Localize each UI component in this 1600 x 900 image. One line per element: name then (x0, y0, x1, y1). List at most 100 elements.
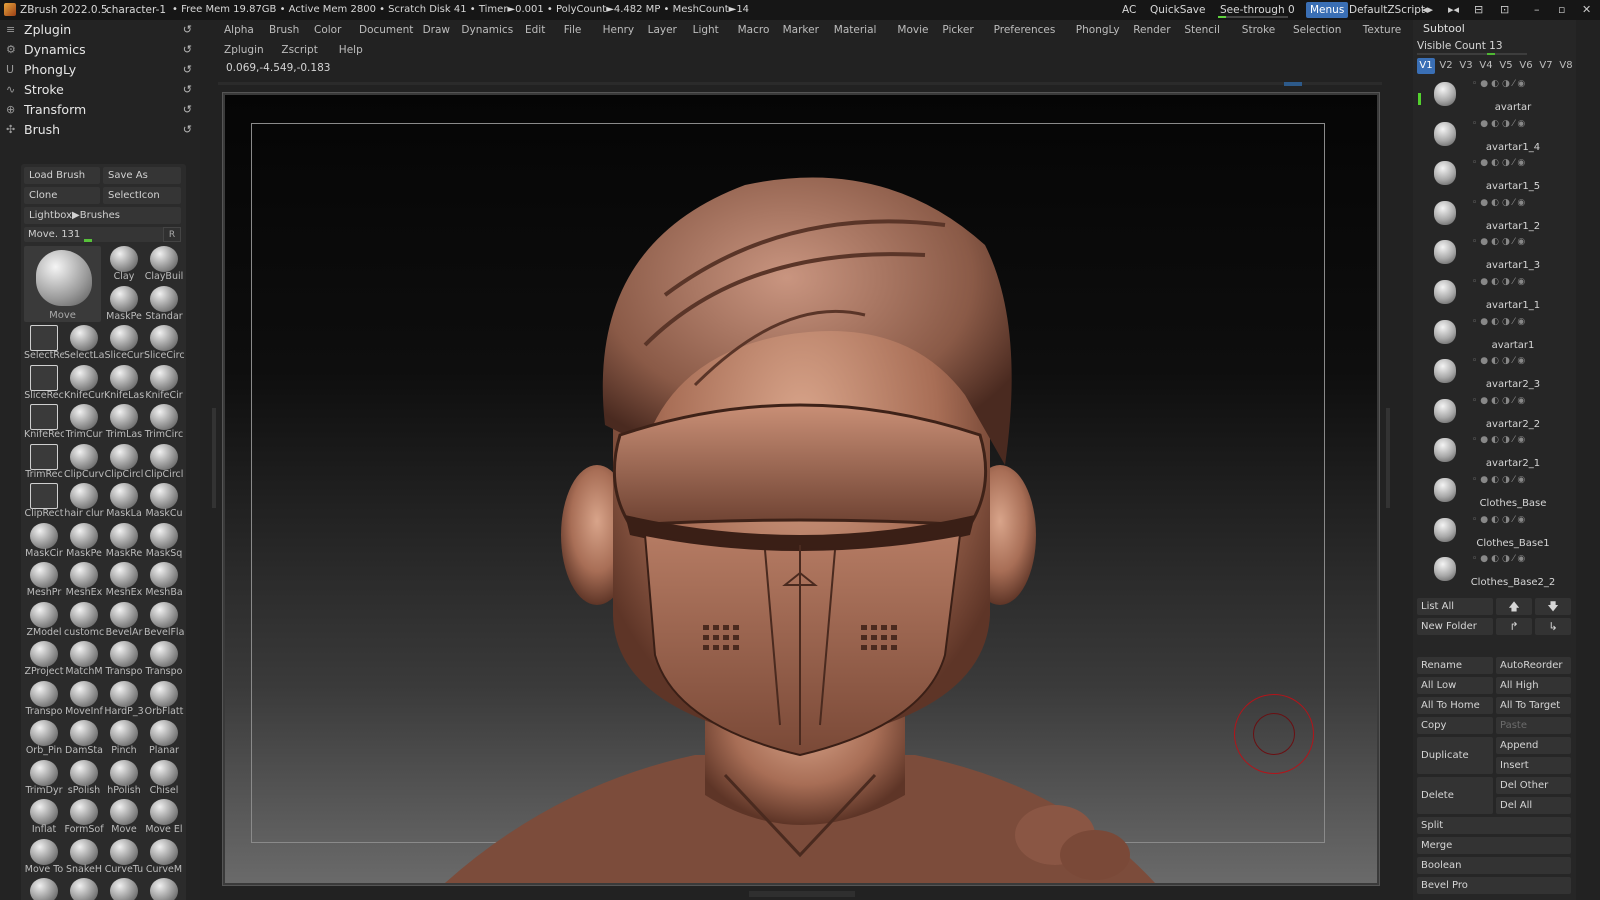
brush-masksq[interactable]: MaskSq (144, 521, 184, 561)
ac-button[interactable]: AC (1118, 2, 1140, 18)
default-zscript-button[interactable]: DefaultZScript (1345, 2, 1429, 18)
brush-clipcircl[interactable]: ClipCircl (144, 442, 184, 482)
brush-maskpe[interactable]: MaskPe (104, 284, 144, 324)
merge-section[interactable]: Merge (1417, 837, 1571, 854)
subtool-row-avartar1[interactable]: ◦●◐◑⁄◉ avartar1 (1428, 314, 1573, 354)
palette-dynamics[interactable]: ⚙ Dynamics ↺ (0, 40, 200, 60)
tab-v8[interactable]: V8 (1557, 58, 1575, 74)
brush-maskcir[interactable]: MaskCir (24, 521, 64, 561)
subtool-visibility-controls[interactable]: ◦●◐◑⁄◉ (1472, 119, 1528, 129)
brush-bevelar[interactable]: BevelAr (104, 600, 144, 640)
brush-slicecur[interactable]: SliceCur (104, 323, 144, 363)
append-button[interactable]: Append (1496, 737, 1571, 754)
clone-button[interactable]: Clone (24, 187, 100, 204)
subtool-row-avartar2-1[interactable]: ◦●◐◑⁄◉ avartar2_1 (1428, 432, 1573, 472)
menu-document[interactable]: Document (359, 20, 413, 40)
right-tray-handle[interactable] (1386, 408, 1390, 508)
brush-planar[interactable]: Planar (144, 718, 184, 758)
all-to-target-button[interactable]: All To Target (1496, 697, 1571, 714)
layout-dock-icon[interactable]: ⊡ (1500, 0, 1509, 20)
all-to-home-button[interactable]: All To Home (1417, 697, 1493, 714)
menu-dynamics[interactable]: Dynamics (461, 20, 513, 40)
subtool-row-clothes-base2-2[interactable]: ◦●◐◑⁄◉ Clothes_Base2_2 (1428, 551, 1573, 591)
move-out-folder-icon[interactable]: ↳ (1535, 618, 1571, 635)
tab-v7[interactable]: V7 (1537, 58, 1555, 74)
see-through-track[interactable] (1218, 16, 1288, 18)
brush-slicerec[interactable]: SliceRec (24, 363, 64, 403)
copy-button[interactable]: Copy (1417, 717, 1493, 734)
brush-trimdyr[interactable]: TrimDyr (24, 758, 64, 798)
subtool-row-avartar2-2[interactable]: ◦●◐◑⁄◉ avartar2_2 (1428, 393, 1573, 433)
paste-button[interactable]: Paste (1496, 717, 1571, 734)
bottom-tray-handle[interactable] (749, 891, 855, 897)
list-all-button[interactable]: List All (1417, 598, 1493, 615)
tab-v1[interactable]: V1 (1417, 58, 1435, 74)
menu-stencil[interactable]: Stencil (1184, 20, 1220, 40)
duplicate-button[interactable]: Duplicate (1417, 737, 1493, 774)
layout-shrink-icon[interactable]: ◂▸ (1422, 0, 1433, 20)
brush-transpo[interactable]: Transpo (24, 679, 64, 719)
brush-orb-pin[interactable]: Orb_Pin (24, 718, 64, 758)
quicksave-button[interactable]: QuickSave (1146, 2, 1209, 18)
menu-draw[interactable]: Draw (423, 20, 450, 40)
current-brush-move[interactable]: Move (24, 246, 101, 322)
menu-light[interactable]: Light (693, 20, 719, 40)
palette-popup-icon[interactable]: ↺ (183, 20, 192, 40)
subtool-visibility-controls[interactable]: ◦●◐◑⁄◉ (1472, 79, 1528, 89)
menu-phongly[interactable]: PhongLy (1076, 20, 1120, 40)
subtool-row-clothes-base[interactable]: ◦●◐◑⁄◉ Clothes_Base (1428, 472, 1573, 512)
subtool-title[interactable]: Subtool (1423, 22, 1465, 35)
brush-maskla[interactable]: MaskLa (104, 481, 144, 521)
subtool-visibility-controls[interactable]: ◦●◐◑⁄◉ (1472, 198, 1528, 208)
palette-brush[interactable]: ✣ Brush ↺ (0, 120, 200, 140)
select-icon-button[interactable]: SelectIcon (103, 187, 181, 204)
subtool-row-avartar1-2[interactable]: ◦●◐◑⁄◉ avartar1_2 (1428, 195, 1573, 235)
menu-selection[interactable]: Selection (1293, 20, 1341, 40)
palette-popup-icon[interactable]: ↺ (183, 40, 192, 60)
menu-texture[interactable]: Texture (1363, 20, 1401, 40)
brush-knifecur[interactable]: KnifeCur (64, 363, 104, 403)
brush-formsof[interactable]: FormSof (64, 797, 104, 837)
brush-maskcu[interactable]: MaskCu (144, 481, 184, 521)
menu-preferences[interactable]: Preferences (994, 20, 1056, 40)
delete-button[interactable]: Delete (1417, 777, 1493, 814)
brush-kniferec[interactable]: KnifeRec (24, 402, 64, 442)
brush-slicecirc[interactable]: SliceCirc (144, 323, 184, 363)
move-slider[interactable]: Move. 131 (24, 227, 172, 242)
brush-smooth[interactable]: Smooth (104, 876, 144, 900)
subtool-row-avartar[interactable]: ◦●◐◑⁄◉ avartar (1428, 76, 1573, 116)
brush-clipcurv[interactable]: ClipCurv (64, 442, 104, 482)
bevel-pro-section[interactable]: Bevel Pro (1417, 877, 1571, 894)
brush-hair-clur[interactable]: hair clur (64, 481, 104, 521)
menu-material[interactable]: Material (834, 20, 877, 40)
brush-meshex[interactable]: MeshEx (64, 560, 104, 600)
layout-expand-icon[interactable]: ▸◂ (1448, 0, 1459, 20)
subtool-visibility-controls[interactable]: ◦●◐◑⁄◉ (1472, 554, 1528, 564)
brush-curvetu[interactable]: CurveTu (104, 837, 144, 877)
brush-claybuil[interactable]: ClayBuil (144, 244, 184, 284)
menu-render[interactable]: Render (1133, 20, 1170, 40)
visible-count-slider[interactable]: Visible Count 13 (1417, 40, 1503, 52)
palette-stroke[interactable]: ∿ Stroke ↺ (0, 80, 200, 100)
palette-popup-icon[interactable]: ↺ (183, 100, 192, 120)
split-section[interactable]: Split (1417, 817, 1571, 834)
layout-switch-icon[interactable]: ⊟ (1474, 0, 1483, 20)
brush-meshpr[interactable]: MeshPr (24, 560, 64, 600)
brush-snakeh[interactable]: SnakeH (64, 837, 104, 877)
move-down-icon[interactable]: 🡇 (1535, 598, 1571, 615)
brush-move-to[interactable]: Move To (24, 837, 64, 877)
subtool-visibility-controls[interactable]: ◦●◐◑⁄◉ (1472, 475, 1528, 485)
menu-zscript[interactable]: Zscript (281, 40, 317, 60)
menu-zplugin[interactable]: Zplugin (224, 40, 264, 60)
tab-v6[interactable]: V6 (1517, 58, 1535, 74)
save-as-button[interactable]: Save As (103, 167, 181, 184)
boolean-section[interactable]: Boolean (1417, 857, 1571, 874)
brush-trimrec[interactable]: TrimRec (24, 442, 64, 482)
lightbox-brushes-button[interactable]: Lightbox▶Brushes (24, 207, 181, 224)
rename-button[interactable]: Rename (1417, 657, 1493, 674)
brush-selectla[interactable]: SelectLa (64, 323, 104, 363)
menu-edit[interactable]: Edit (525, 20, 545, 40)
brush-trimcur[interactable]: TrimCur (64, 402, 104, 442)
reset-r-button[interactable]: R (163, 227, 181, 242)
brush-meshex[interactable]: MeshEx (104, 560, 144, 600)
